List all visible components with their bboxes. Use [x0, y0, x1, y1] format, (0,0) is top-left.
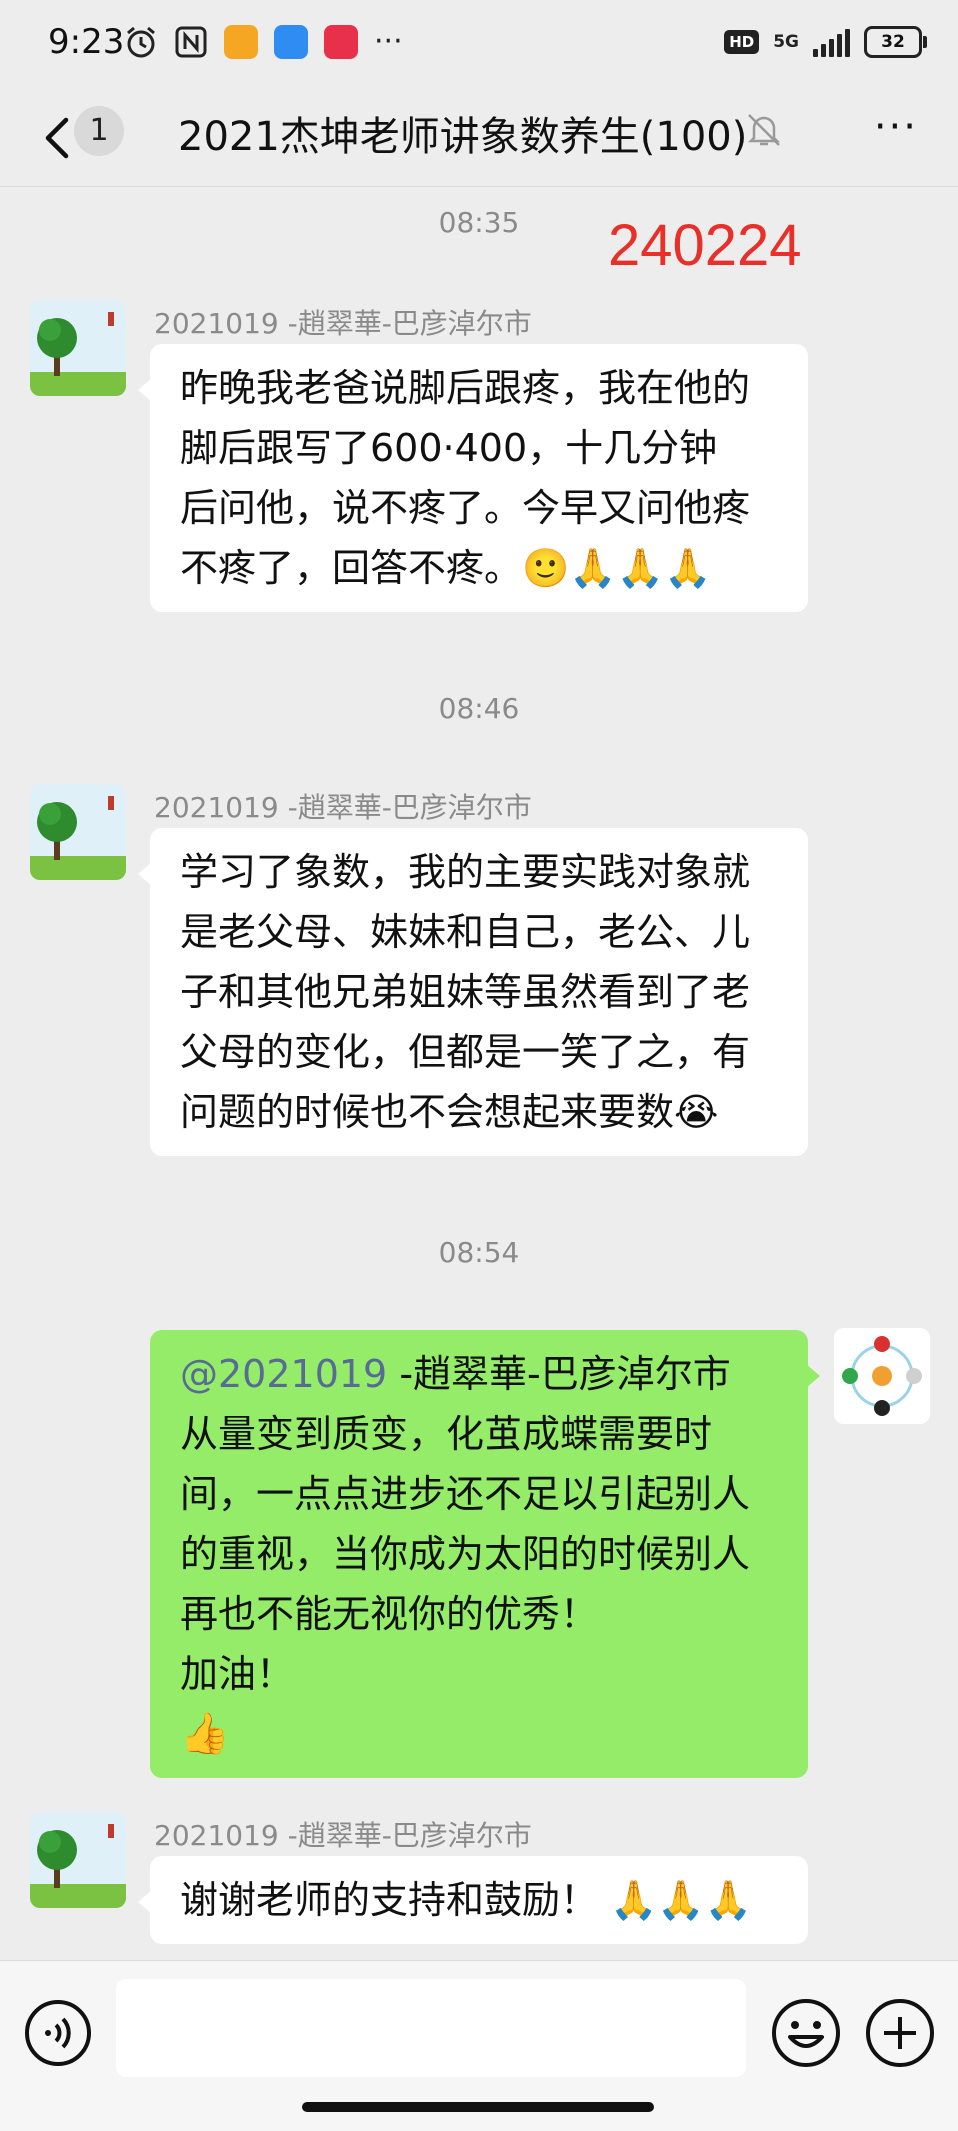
message-line: 学习了象数，我的主要实践对象就 [180, 850, 751, 894]
message-line: 问题的时候也不会想起来要数😭 [180, 1090, 719, 1134]
avatar[interactable] [30, 784, 126, 880]
sender-name: 2021019 -趙翠華-巴彦淖尔市 [154, 1819, 532, 1852]
avatar[interactable] [30, 300, 126, 396]
status-right: HD 5G 32 [724, 26, 927, 58]
message-line: 再也不能无视你的优秀！ [180, 1592, 599, 1636]
message-line: 不疼了，回答不疼。🙂🙏🙏🙏 [180, 546, 712, 590]
message-line: 谢谢老师的支持和鼓励！ 🙏🙏🙏 [180, 1878, 753, 1922]
tree-avatar-icon [30, 300, 126, 396]
message-line: 父母的变化，但都是一笑了之，有 [180, 1030, 751, 1074]
message-line: 后问他，说不疼了。今早又问他疼 [180, 486, 751, 530]
emoji-icon[interactable] [770, 1997, 842, 2069]
message-line: 从量变到质变，化茧成蝶需要时 [180, 1412, 713, 1456]
tree-avatar-icon [30, 784, 126, 880]
message-line: 加油！ [180, 1652, 295, 1696]
message-bubble[interactable]: 昨晚我老爸说脚后跟疼，我在他的 脚后跟写了600·400，十几分钟 后问他，说不… [138, 344, 808, 612]
more-icon[interactable]: ··· [874, 104, 918, 150]
message-input[interactable] [116, 1979, 746, 2077]
message-line: 脚后跟写了600·400，十几分钟 [180, 426, 718, 470]
message-line: 间，一点点进步还不足以引起别人 [180, 1472, 751, 1516]
status-bar: 9:23 ··· HD 5G 32 [0, 0, 958, 90]
chat-title[interactable]: 2021杰坤老师讲象数养生(100) [178, 104, 747, 162]
network-label: 5G [773, 31, 799, 52]
message-line: 是老父母、妹妹和自己，老公、儿 [180, 910, 751, 954]
message-line: 的重视，当你成为太阳的时候别人 [180, 1532, 751, 1576]
app-icon-red [324, 24, 358, 59]
message-bubble[interactable]: 谢谢老师的支持和鼓励！ 🙏🙏🙏 [138, 1856, 808, 1944]
signal-icon [813, 27, 850, 57]
app-icon-orange [224, 24, 258, 59]
home-indicator[interactable] [302, 2102, 654, 2112]
mention-rest: -趙翠華-巴彦淖尔市 [387, 1352, 731, 1396]
hd-badge: HD [724, 30, 760, 54]
nfc-icon [175, 26, 207, 57]
sender-name: 2021019 -趙翠華-巴彦淖尔市 [154, 307, 532, 340]
status-more-dots: ··· [374, 24, 403, 59]
message-line: 子和其他兄弟姐妹等虽然看到了老 [180, 970, 751, 1014]
alarm-icon [127, 26, 155, 57]
status-time: 9:23 [48, 22, 125, 62]
self-avatar[interactable] [834, 1328, 930, 1424]
voice-icon[interactable] [24, 1999, 92, 2067]
avatar[interactable] [30, 1812, 126, 1908]
timestamp: 08:54 [438, 1236, 520, 1269]
mention-line: @2021019 -趙翠華-巴彦淖尔市 [180, 1344, 780, 1404]
timestamp: 08:46 [438, 692, 520, 725]
self-message-bubble[interactable]: @2021019 -趙翠華-巴彦淖尔市 从量变到质变，化茧成蝶需要时 间，一点点… [150, 1330, 820, 1778]
message-line: 👍 [180, 1711, 230, 1757]
message-bubble[interactable]: 学习了象数，我的主要实践对象就 是老父母、妹妹和自己，老公、儿 子和其他兄弟姐妹… [138, 828, 808, 1156]
message-line: 昨晚我老爸说脚后跟疼，我在他的 [180, 366, 751, 410]
wheel-diagram-avatar-icon [834, 1328, 930, 1424]
mute-bell-icon [747, 114, 781, 146]
battery-indicator: 32 [864, 26, 927, 58]
app-icon-blue [274, 24, 308, 59]
status-app-icons: ··· [124, 24, 403, 59]
mention-link[interactable]: @2021019 [180, 1352, 387, 1396]
tree-avatar-icon [30, 1812, 126, 1908]
sender-name: 2021019 -趙翠華-巴彦淖尔市 [154, 791, 532, 824]
unread-count-badge[interactable]: 1 [74, 106, 124, 156]
timestamp: 08:35 [438, 206, 520, 239]
plus-icon[interactable] [864, 1997, 936, 2069]
